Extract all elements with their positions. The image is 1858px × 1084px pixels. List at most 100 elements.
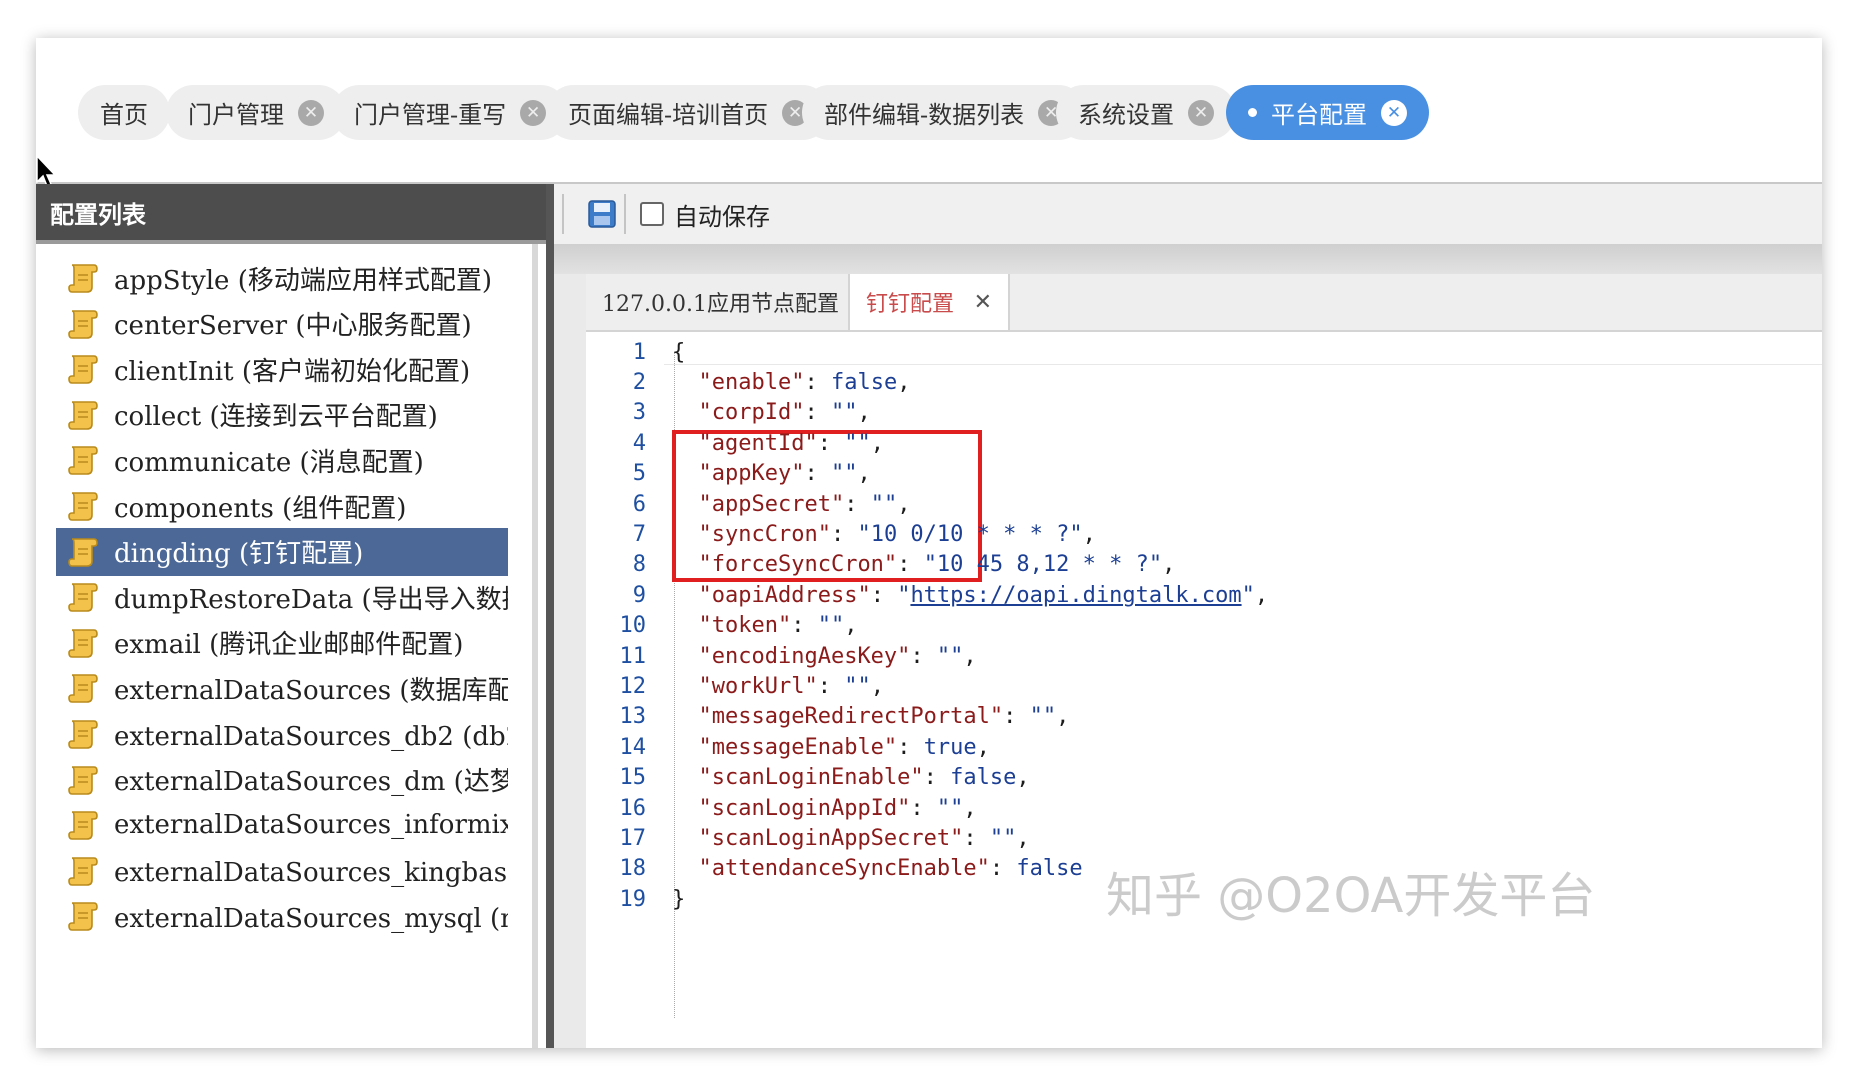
code-text: "token": "", [698,613,858,639]
scroll-icon [68,492,98,521]
config-list-item[interactable]: centerServer (中心服务配置) [56,300,508,348]
code-text: "forceSyncCron": "10 45 8,12 * * ?", [698,552,1176,578]
close-icon[interactable]: ✕ [974,290,992,315]
json-code-area[interactable]: 1 {2 "enable": false, 3 "corpId": "", 4 "ag… [586,334,1822,1048]
config-list-item-label: dumpRestoreData (导出导入数据配 [114,584,508,615]
app-window: 首页 门户管理 ✕ 门户管理-重写 ✕ 页面编辑-培训首页 ✕ 部件编辑-数据列表 ✕ 系统设置 ✕… [36,38,1822,1048]
config-list-item[interactable]: dingding (钉钉配置) [56,527,508,576]
line-number: 10 [619,613,647,639]
code-text: "encodingAesKey": "", [698,643,977,669]
tab-label: 钉钉配置 [866,292,955,317]
code-text: "workUrl": "", [698,673,884,699]
config-list-item[interactable]: externalDataSources_informix (infor [56,801,508,849]
top-tab[interactable]: 首页 [78,85,170,140]
code-text: "scanLoginEnable": false, [698,765,1030,791]
config-list-item-label: externalDataSources_informix (infor [114,810,508,841]
config-list-item[interactable]: appStyle (移动端应用样式配置) [56,254,508,302]
top-tab-bar: 首页 门户管理 ✕ 门户管理-重写 ✕ 页面编辑-培训首页 ✕ 部件编辑-数据列表 ✕ 系统设置 ✕… [36,38,1822,184]
top-tab-label: 门户管理-重写 [354,101,507,129]
code-text: "attendanceSyncEnable": false [698,856,1083,882]
top-tab-label: 页面编辑-培训首页 [568,101,769,129]
close-icon[interactable]: ✕ [298,99,324,126]
tab-dingding-config[interactable]: 钉钉配置 ✕ [850,274,1010,330]
config-list-item[interactable]: externalDataSources_kingbase (金仓 [56,847,508,895]
config-list-item-label: dingding (钉钉配置) [114,539,364,570]
top-tab[interactable]: 页面编辑-培训首页 ✕ [546,85,831,140]
code-text: "messageEnable": true, [698,734,990,760]
scroll-icon [68,765,98,795]
toolbar-divider [554,244,1822,274]
config-list-item[interactable]: collect (连接到云平台配置) [56,391,508,439]
code-text: "corpId": "", [698,400,871,426]
watermark: 知乎 @O2OA开发平台 [1106,868,1596,924]
line-number: 7 [632,521,646,547]
code-text: "oapiAddress": "https://oapi.dingtalk.co… [698,582,1269,608]
config-list-item-label: externalDataSources_db2 (db2数据库 [114,721,508,752]
config-list-panel: 配置列表 appStyle (移动端应用样式配置) centerServer (中… [36,184,554,1048]
code-text: "scanLoginAppSecret": "", [698,825,1030,851]
save-icon[interactable] [588,200,616,228]
scroll-icon [68,400,98,430]
top-tab[interactable]: 部件编辑-数据列表 ✕ [802,85,1087,140]
scroll-icon [68,811,98,840]
config-list-item-label: exmail (腾讯企业邮邮件配置) [114,630,464,661]
tab-node-config[interactable]: 127.0.0.1应用节点配置 [586,274,850,330]
scroll-icon [68,902,98,932]
line-number: 11 [619,643,647,669]
top-tab-label: 首页 [100,101,148,129]
line-number: 18 [619,856,647,882]
line-number: 3 [632,400,646,426]
config-list-item[interactable]: externalDataSources_mysql (mysql数 [56,892,508,940]
line-number: 8 [632,552,646,578]
top-tab[interactable]: 门户管理 ✕ [166,85,346,140]
config-list-item-label: clientInit (客户端初始化配置) [114,356,471,387]
scroll-icon [68,355,98,384]
active-dot-icon [1248,108,1257,117]
top-tab-label: 部件编辑-数据列表 [824,101,1025,129]
config-list-item-label: appStyle (移动端应用样式配置) [114,265,492,296]
panel-scrollbar[interactable] [532,244,538,1048]
top-tab-label: 平台配置 [1271,101,1367,129]
scroll-icon [68,309,98,339]
config-list-item-label: externalDataSources_kingbase (金仓 [114,858,508,889]
scroll-icon [68,720,98,749]
config-list-item-label: centerServer (中心服务配置) [114,311,472,342]
scroll-icon [68,628,98,658]
autosave-label: 自动保存 [674,202,770,231]
line-number: 9 [632,582,646,608]
autosave-checkbox[interactable] [640,202,664,226]
config-list-item[interactable]: externalDataSources_dm (达梦数据 [56,756,508,804]
config-list-item[interactable]: externalDataSources (数据库配置) [56,664,508,712]
code-text: "appKey": "", [698,461,871,487]
top-tab[interactable]: 系统设置 ✕ [1056,85,1236,140]
scroll-icon [68,264,98,293]
top-tab[interactable]: 平台配置 ✕ [1226,85,1429,140]
scroll-icon [68,583,98,612]
line-number: 15 [619,765,647,791]
line-number: 19 [619,886,647,912]
top-tab-label: 系统设置 [1078,101,1174,129]
close-icon[interactable]: ✕ [520,99,547,126]
toolbar-separator [624,194,626,234]
line-number: 13 [619,704,647,730]
close-icon[interactable]: ✕ [1381,99,1407,126]
config-list-item[interactable]: exmail (腾讯企业邮邮件配置) [56,619,508,667]
config-list-item[interactable]: components (组件配置) [56,482,508,530]
scroll-icon [68,674,98,704]
editor-toolbar: 自动保存 [554,184,1822,244]
code-text: } [672,886,686,912]
config-list-item[interactable]: communicate (消息配置) [56,436,508,484]
close-icon[interactable]: ✕ [1188,99,1214,126]
toolbar-separator [562,194,564,234]
config-list-item[interactable]: dumpRestoreData (导出导入数据配 [56,573,508,621]
config-list-item[interactable]: clientInit (客户端初始化配置) [56,345,508,393]
config-list-item-label: externalDataSources_mysql (mysql数 [114,903,508,934]
top-tab[interactable]: 门户管理-重写 ✕ [332,85,569,140]
code-text: { [672,339,686,365]
line-number: 5 [632,461,646,487]
scroll-icon [68,537,98,567]
code-text: "appSecret": "", [698,491,911,517]
config-list-title: 配置列表 [36,184,546,244]
config-list-item[interactable]: externalDataSources_db2 (db2数据库 [56,710,508,758]
line-number: 4 [632,430,646,456]
